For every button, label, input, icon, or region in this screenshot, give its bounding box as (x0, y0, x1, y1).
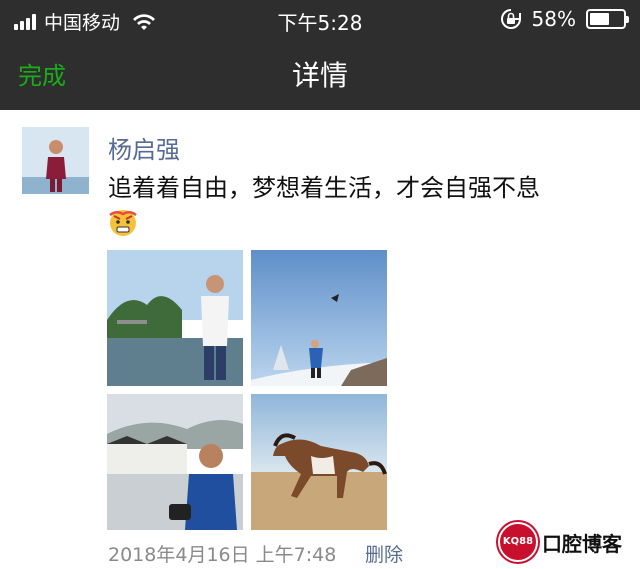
battery-fill (590, 13, 609, 25)
delete-button[interactable]: 删除 (365, 540, 403, 567)
battery-percent: 58% (531, 7, 576, 31)
status-right: 58% (500, 7, 629, 31)
photo-lake-portrait[interactable] (107, 250, 243, 386)
author-name[interactable]: 杨启强 (108, 130, 180, 165)
post-timestamp: 2018年4月16日 上午7:48 (108, 544, 337, 566)
status-bar: 中国移动 下午5:28 58% (0, 0, 640, 38)
page-title: 详情 (291, 59, 348, 92)
watermark-text: 口腔博客 (542, 532, 622, 556)
top-bar: 中国移动 下午5:28 58% 完成 详情 (0, 0, 640, 110)
avatar[interactable] (22, 127, 89, 194)
battery-icon (586, 9, 629, 29)
watermark-badge: KQ88 (498, 522, 538, 562)
nav-bar: 完成 详情 (0, 38, 640, 110)
photo-running-horse[interactable] (251, 394, 387, 530)
photo-village-portrait[interactable] (107, 394, 243, 530)
watermark-logo: KQ88 口腔博客 (498, 518, 628, 562)
rotation-lock-icon (500, 9, 521, 29)
grimace-emoji-icon (109, 210, 137, 236)
photo-snow-kite-flyer[interactable] (251, 250, 387, 386)
post-text: 追着着自由，梦想着生活，才会自强不息 (108, 174, 540, 202)
